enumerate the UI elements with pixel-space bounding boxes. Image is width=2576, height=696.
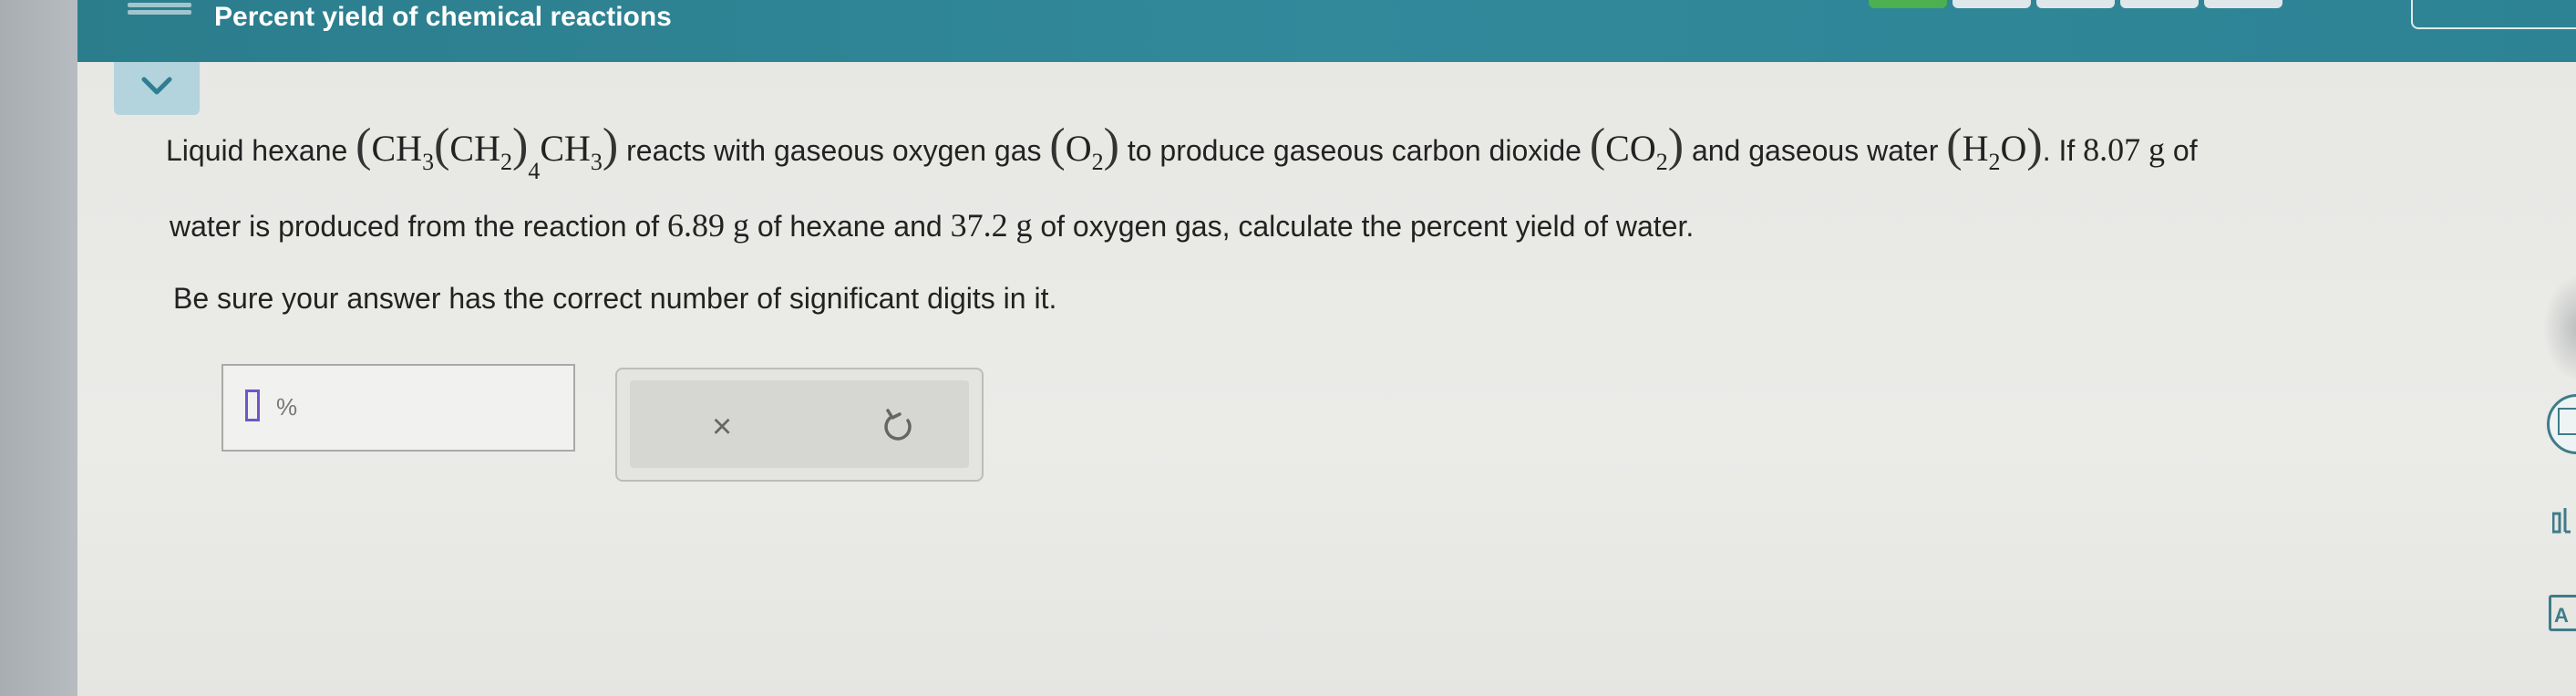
answer-cursor — [245, 390, 260, 421]
hamburger-icon[interactable] — [128, 0, 191, 16]
progress-segment — [2036, 0, 2115, 8]
page-title: Percent yield of chemical reactions — [214, 2, 672, 32]
unit: g — [1015, 207, 1033, 244]
progress-segment — [2120, 0, 2199, 8]
periodic-table-tool-button[interactable]: A — [2549, 595, 2576, 631]
formula: O — [2000, 128, 2027, 169]
question-text: of — [2172, 134, 2198, 167]
question-line-1: Liquid hexane (CH3(CH2)4CH3) reacts with… — [166, 119, 2198, 184]
question-text: of hexane and — [757, 210, 943, 243]
percent-unit: % — [276, 393, 298, 421]
collapse-button[interactable] — [114, 62, 200, 115]
question-text: to produce gaseous carbon dioxide — [1127, 134, 1582, 167]
question-line-2: water is produced from the reaction of 6… — [170, 206, 1694, 244]
hexane-mass-value: 6.89 — [667, 207, 726, 244]
calculator-icon — [2558, 408, 2576, 435]
question-text: water is produced from the reaction of — [170, 210, 660, 243]
formula: CO — [1605, 128, 1656, 169]
question-text: reacts with gaseous oxygen gas — [626, 134, 1042, 167]
formula: H — [1962, 128, 1989, 169]
subscript: 2 — [1655, 149, 1668, 175]
subscript: 3 — [590, 149, 603, 175]
undo-button[interactable] — [881, 406, 917, 451]
clear-button[interactable]: × — [712, 408, 732, 447]
subscript: 4 — [528, 158, 541, 184]
subscript: 2 — [500, 149, 512, 175]
unit: g — [2148, 131, 2166, 168]
chevron-down-icon — [141, 77, 172, 95]
toolbar-inner: × — [630, 380, 969, 468]
progress-segment — [2204, 0, 2282, 8]
formula: CH — [540, 128, 591, 169]
question-text: Liquid hexane — [166, 134, 348, 167]
subscript: 3 — [422, 149, 435, 175]
water-mass-value: 8.07 — [2083, 131, 2141, 168]
oxygen-mass-value: 37.2 — [950, 207, 1008, 244]
tool-label: A — [2554, 604, 2569, 627]
progress-bar — [1869, 0, 2282, 8]
question-text: . If — [2042, 134, 2076, 167]
formula: O — [1065, 128, 1092, 169]
progress-segment — [1869, 0, 1947, 8]
sig-fig-note: Be sure your answer has the correct numb… — [173, 282, 1057, 315]
unit: g — [732, 207, 749, 244]
header-right-button[interactable] — [2411, 0, 2576, 29]
answer-input[interactable]: % — [222, 364, 575, 452]
subscript: 2 — [1988, 149, 2001, 175]
formula: CH — [371, 128, 423, 169]
question-text: and gaseous water — [1691, 134, 1939, 167]
answer-toolbar: × — [615, 368, 984, 482]
subscript: 2 — [1091, 149, 1104, 175]
data-tool-icon[interactable] — [2552, 506, 2571, 535]
question-text: of oxygen gas, calculate the percent yie… — [1040, 210, 1695, 243]
undo-icon — [884, 409, 912, 441]
screen-edge-shadow — [2543, 274, 2576, 383]
formula: CH — [449, 128, 500, 169]
header-bar: Percent yield of chemical reactions — [77, 0, 2576, 62]
progress-segment — [1953, 0, 2031, 8]
